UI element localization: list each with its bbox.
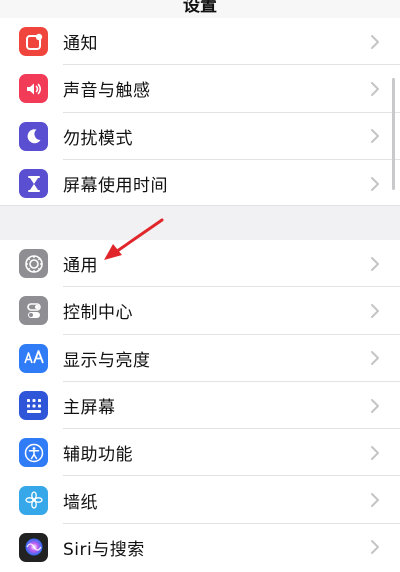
scrollbar[interactable] (392, 78, 395, 190)
chevron-right-icon (371, 34, 379, 49)
settings-row-label: 声音与触感 (63, 81, 151, 102)
settings-row-label: 显示与亮度 (63, 350, 151, 371)
chevron-right-icon (371, 445, 379, 460)
aa-icon (19, 343, 48, 373)
settings-row-do-not-disturb[interactable]: 勿扰模式 (0, 113, 400, 160)
chevron-right-icon (371, 176, 379, 191)
speaker-icon (19, 74, 48, 104)
settings-row-sounds[interactable]: 声音与触感 (0, 65, 400, 113)
settings-group-2: 通用 控制中心 显示与亮度 主屏幕 辅助功能 墙纸 Siri与搜索 (0, 240, 400, 572)
settings-row-wallpaper[interactable]: 墙纸 (0, 476, 400, 524)
settings-row-label: 通用 (63, 256, 98, 277)
toggles-icon (19, 296, 48, 326)
flower-icon (19, 485, 48, 515)
chevron-right-icon (371, 351, 379, 366)
settings-row-label: Siri与搜索 (63, 539, 145, 560)
settings-row-label: 勿扰模式 (63, 128, 133, 149)
settings-row-screen-time[interactable]: 屏幕使用时间 (0, 160, 400, 207)
settings-row-label: 控制中心 (63, 303, 133, 324)
chevron-right-icon (371, 81, 379, 96)
moon-icon (19, 121, 48, 151)
nav-bar: 设置 (0, 0, 400, 18)
chevron-right-icon (371, 540, 379, 555)
settings-row-control-center[interactable]: 控制中心 (0, 287, 400, 335)
settings-row-general[interactable]: 通用 (0, 240, 400, 288)
settings-row-label: 通知 (63, 34, 98, 55)
settings-row-home-screen[interactable]: 主屏幕 (0, 382, 400, 430)
section-gap (0, 205, 400, 241)
chevron-right-icon (371, 256, 379, 271)
chevron-right-icon (371, 493, 379, 508)
gear-icon (19, 249, 48, 279)
settings-row-label: 主屏幕 (63, 398, 116, 419)
chevron-right-icon (371, 398, 379, 413)
hourglass-icon (19, 169, 48, 199)
bell-icon (19, 27, 48, 57)
settings-row-label: 辅助功能 (63, 445, 133, 466)
chevron-right-icon (371, 129, 379, 144)
red-arrow-icon (104, 218, 164, 260)
siri-icon (19, 532, 48, 562)
settings-row-label: 屏幕使用时间 (63, 176, 168, 197)
settings-row-notifications[interactable]: 通知 (0, 18, 400, 66)
accessibility-icon (19, 438, 48, 468)
settings-row-label: 墙纸 (63, 492, 98, 513)
settings-row-display-brightness[interactable]: 显示与亮度 (0, 335, 400, 382)
settings-row-siri-search[interactable]: Siri与搜索 (0, 524, 400, 571)
chevron-right-icon (371, 303, 379, 318)
settings-row-accessibility[interactable]: 辅助功能 (0, 429, 400, 477)
grid-icon (19, 391, 48, 421)
page-title: 设置 (183, 0, 217, 16)
settings-group-1: 通知 声音与触感 勿扰模式 屏幕使用时间 (0, 18, 400, 208)
